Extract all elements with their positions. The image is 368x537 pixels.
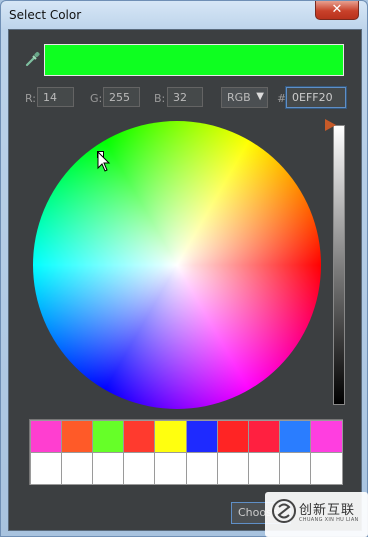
watermark: 创新互联 CHUANG XIN HU LIAN	[265, 492, 368, 537]
empty-color-swatch[interactable]	[185, 451, 218, 485]
eyedropper-icon[interactable]	[24, 50, 42, 68]
recent-color-swatch[interactable]	[29, 419, 62, 453]
dialog-content: R: 14 G: 255 B: 32 RGB ▼ # 0EFF20 Choose	[8, 29, 362, 531]
recent-color-swatch[interactable]	[247, 419, 281, 453]
hex-label: #	[277, 92, 287, 105]
brightness-slider[interactable]	[333, 125, 345, 405]
color-mode-value: RGB	[227, 91, 251, 104]
recent-color-swatch[interactable]	[91, 419, 125, 453]
empty-color-swatch[interactable]	[279, 451, 312, 485]
recent-colors-grid	[29, 419, 343, 485]
color-mode-select[interactable]: RGB ▼	[221, 87, 268, 108]
b-field[interactable]: 32	[167, 87, 203, 107]
title-bar[interactable]: Select Color ✕	[1, 1, 367, 29]
recent-color-swatch[interactable]	[216, 419, 249, 453]
empty-color-swatch[interactable]	[91, 451, 125, 485]
chevron-down-icon: ▼	[256, 91, 264, 102]
window-title: Select Color	[9, 8, 82, 22]
close-button[interactable]: ✕	[315, 1, 359, 20]
g-field[interactable]: 255	[103, 87, 140, 107]
empty-color-swatch[interactable]	[123, 451, 156, 485]
r-field[interactable]: 14	[37, 87, 74, 107]
watermark-logo-icon	[271, 498, 297, 524]
recent-color-swatch[interactable]	[60, 419, 93, 453]
color-values-row: R: 14 G: 255 B: 32 RGB ▼ # 0EFF20	[9, 87, 361, 109]
color-preview	[44, 44, 344, 76]
empty-color-swatch[interactable]	[247, 451, 281, 485]
empty-color-swatch[interactable]	[216, 451, 249, 485]
recent-color-swatch[interactable]	[123, 419, 156, 453]
recent-color-swatch[interactable]	[154, 419, 187, 453]
mouse-cursor-icon	[97, 150, 111, 173]
recent-color-swatch[interactable]	[279, 419, 312, 453]
empty-color-swatch[interactable]	[154, 451, 187, 485]
recent-color-swatch[interactable]	[185, 419, 218, 453]
color-wheel[interactable]	[33, 121, 321, 409]
recent-color-swatch[interactable]	[310, 419, 343, 453]
close-icon: ✕	[331, 2, 343, 17]
empty-color-swatch[interactable]	[310, 451, 343, 485]
watermark-text: 创新互联	[299, 503, 356, 518]
g-label: G:	[90, 92, 103, 105]
empty-color-swatch[interactable]	[60, 451, 93, 485]
color-dialog-window: Select Color ✕ R: 14 G: 255 B: 32 RGB ▼ …	[0, 0, 368, 537]
brightness-slider-thumb[interactable]	[325, 119, 336, 131]
watermark-subtext: CHUANG XIN HU LIAN	[299, 517, 359, 523]
empty-color-swatch[interactable]	[29, 451, 62, 485]
hex-field[interactable]: 0EFF20	[286, 87, 346, 108]
r-label: R:	[25, 92, 37, 105]
b-label: B:	[154, 92, 166, 105]
